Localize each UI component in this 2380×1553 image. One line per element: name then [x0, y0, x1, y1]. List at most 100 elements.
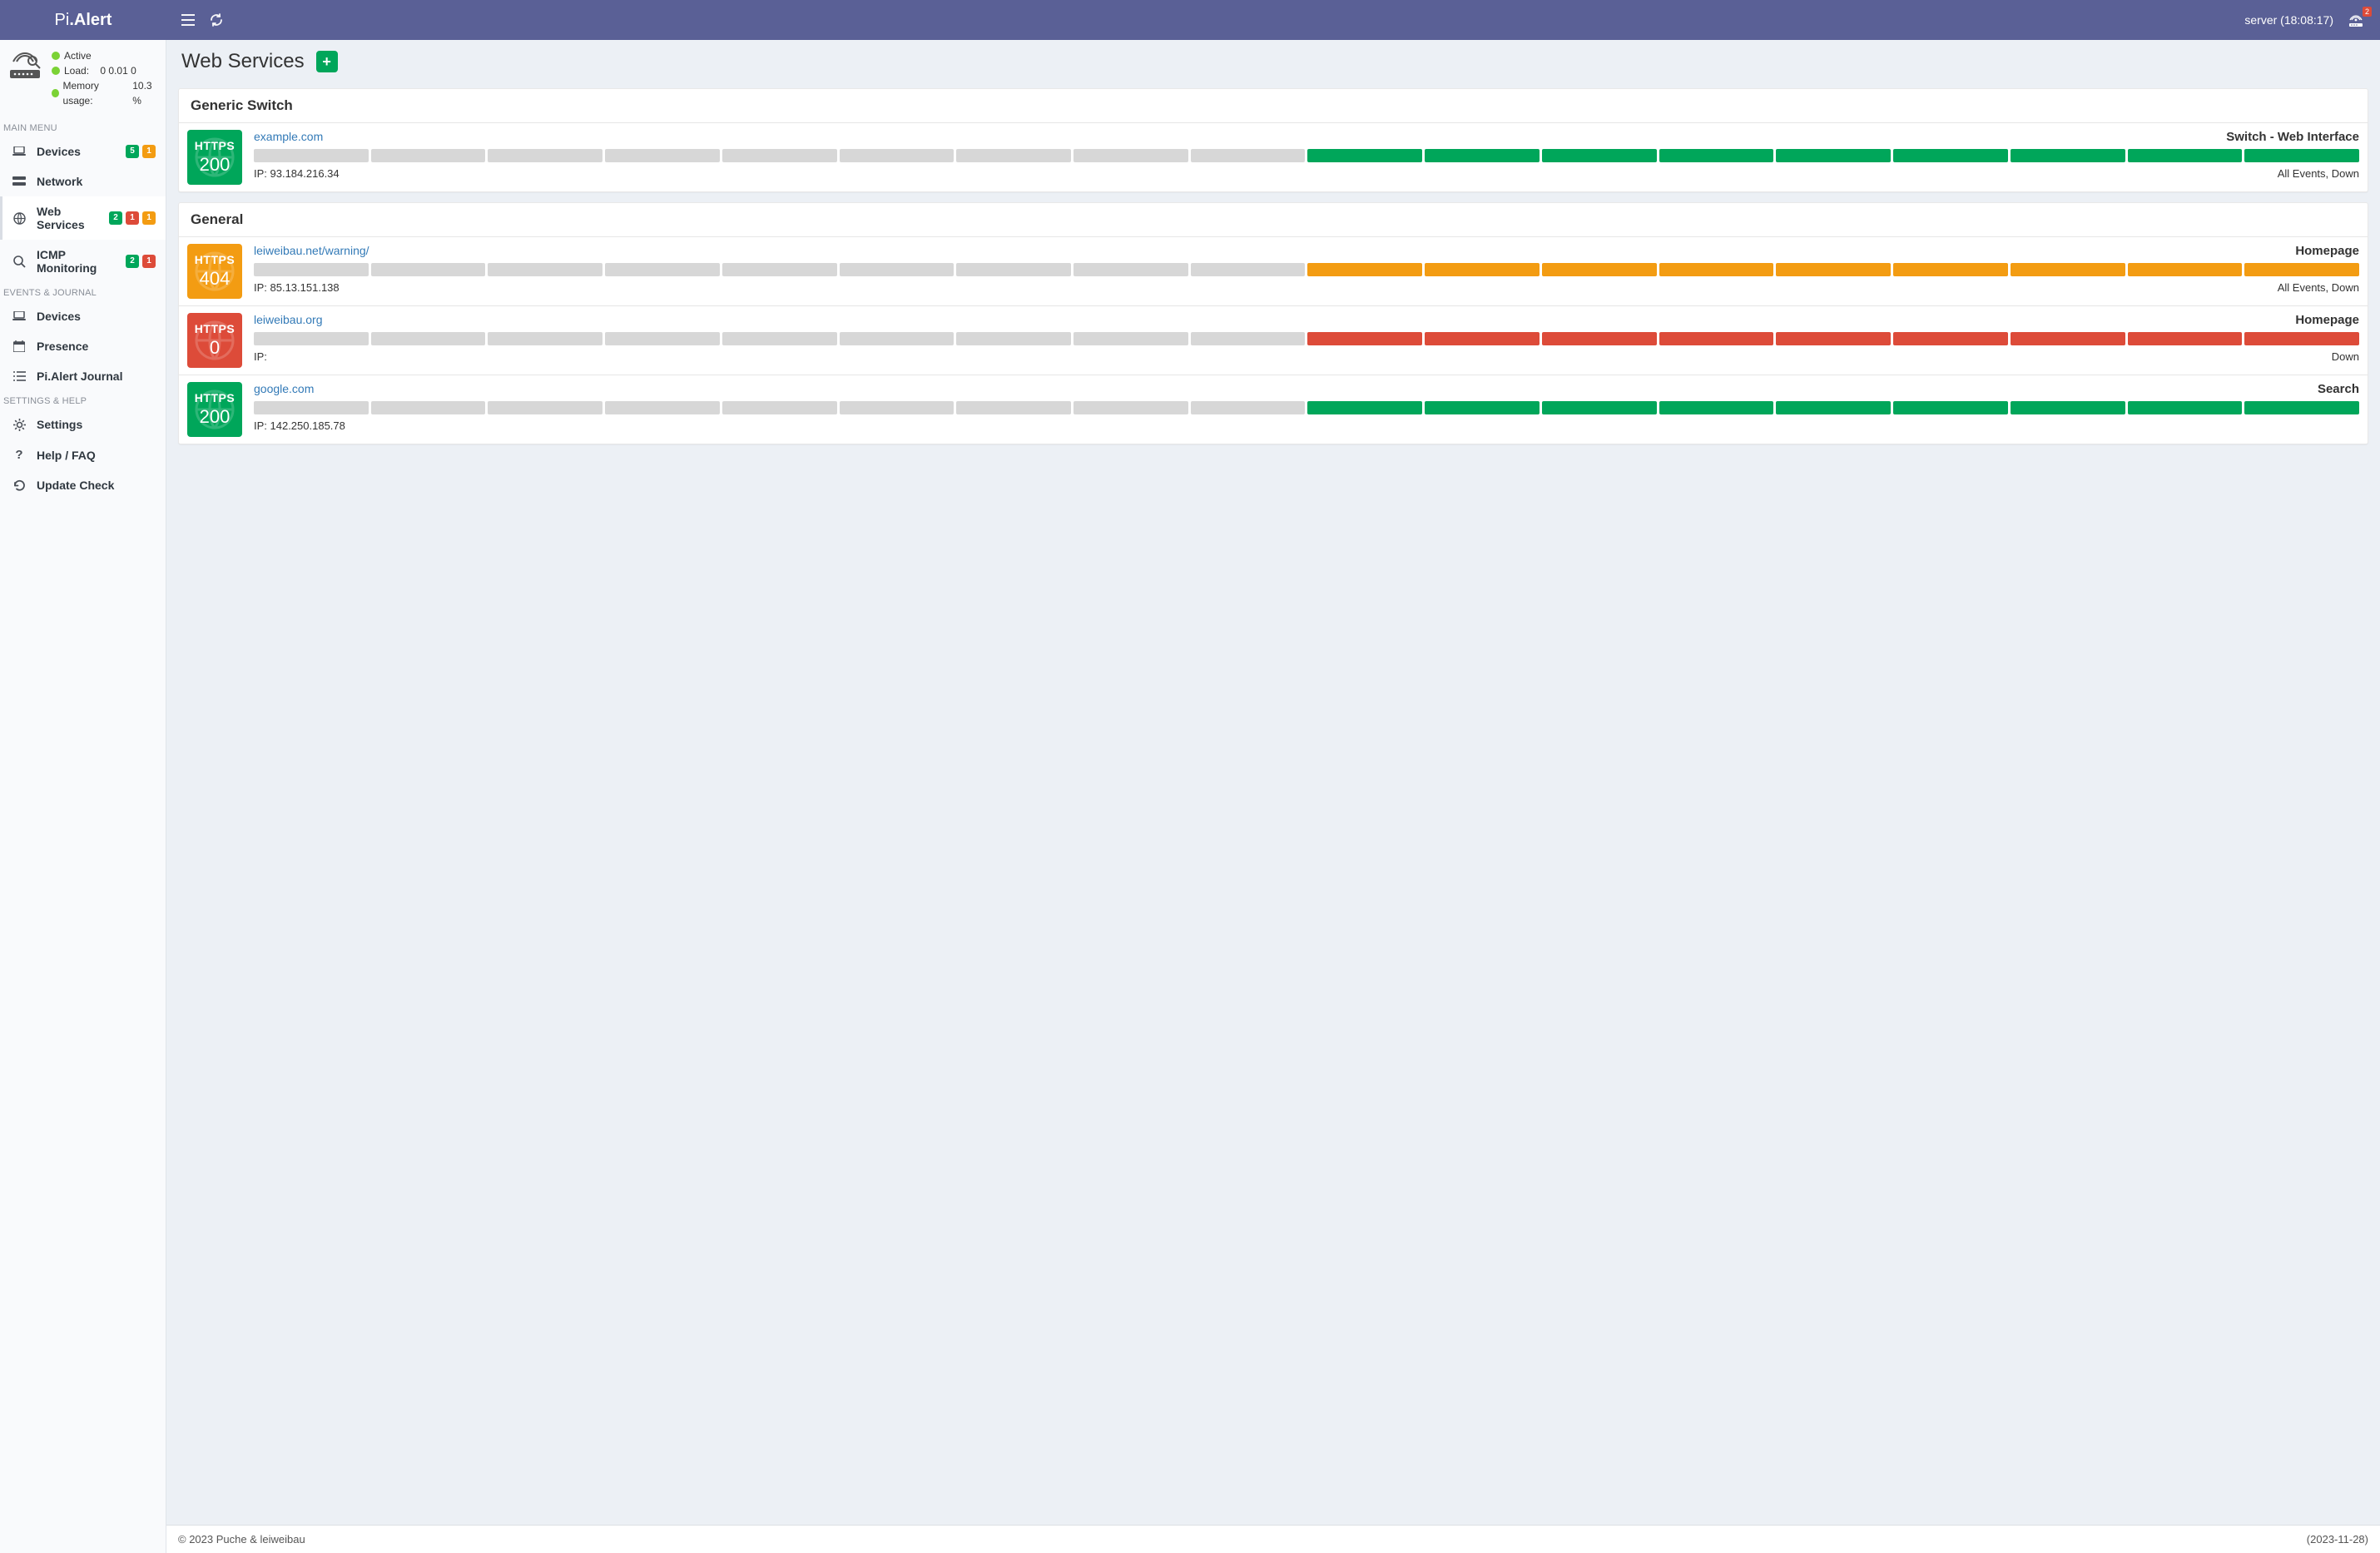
uptime-segment	[1307, 332, 1422, 345]
sidebar-item-webservices[interactable]: Web Services 2 1 1	[0, 196, 166, 240]
status-load-value: 0 0.01 0	[100, 63, 136, 78]
uptime-segment	[722, 401, 837, 414]
sidebar-item-settings[interactable]: Settings	[0, 409, 166, 439]
uptime-segment	[1893, 263, 2008, 276]
badge-red: 1	[126, 211, 139, 225]
laptop-icon	[12, 146, 27, 156]
sidebar-item-label: Web Services	[37, 205, 99, 231]
uptime-segment	[2011, 263, 2125, 276]
uptime-segment	[254, 263, 369, 276]
sidebar-item-icmp[interactable]: ICMP Monitoring 2 1	[0, 240, 166, 283]
uptime-bar	[254, 263, 2359, 276]
uptime-segment	[488, 332, 602, 345]
sidebar-item-presence[interactable]: Presence	[0, 331, 166, 361]
status-tile[interactable]: HTTPS200	[187, 130, 242, 185]
uptime-segment	[2011, 149, 2125, 162]
add-service-button[interactable]: +	[316, 51, 338, 72]
uptime-segment	[1073, 149, 1188, 162]
service-url-link[interactable]: example.com	[254, 130, 323, 143]
service-ip: IP: 85.13.151.138	[254, 281, 340, 294]
uptime-segment	[2011, 332, 2125, 345]
service-row: HTTPS404leiweibau.net/warning/HomepageIP…	[179, 237, 2368, 305]
uptime-segment	[1542, 332, 1657, 345]
sidebar-item-help[interactable]: ? Help / FAQ	[0, 439, 166, 470]
uptime-segment	[371, 263, 486, 276]
uptime-segment	[605, 263, 720, 276]
service-url-link[interactable]: leiweibau.net/warning/	[254, 244, 369, 257]
service-ip: IP: 93.184.216.34	[254, 167, 340, 180]
uptime-segment	[488, 401, 602, 414]
sidebar-item-update[interactable]: Update Check	[0, 470, 166, 500]
uptime-segment	[1659, 401, 1774, 414]
sidebar-item-label: Devices	[37, 145, 116, 158]
menu-toggle-icon[interactable]	[181, 14, 195, 26]
uptime-segment	[2128, 263, 2243, 276]
uptime-segment	[1893, 401, 2008, 414]
service-ip: IP:	[254, 350, 267, 363]
status-load-label: Load:	[64, 63, 89, 78]
sidebar-item-label: Help / FAQ	[37, 449, 156, 462]
uptime-segment	[1893, 332, 2008, 345]
uptime-segment	[2128, 332, 2243, 345]
uptime-segment	[1542, 263, 1657, 276]
status-mem-value: 10.3 %	[132, 78, 159, 108]
uptime-segment	[840, 401, 954, 414]
sidebar-item-network[interactable]: Network	[0, 166, 166, 196]
sidebar-item-devices[interactable]: Devices 5 1	[0, 136, 166, 166]
status-tile[interactable]: HTTPS404	[187, 244, 242, 299]
sidebar-item-label: Pi.Alert Journal	[37, 370, 156, 383]
refresh-icon[interactable]	[210, 13, 223, 27]
status-active: Active	[64, 48, 92, 63]
service-row: HTTPS0leiweibau.orgHomepageIP:Down	[179, 305, 2368, 375]
uptime-segment	[1659, 149, 1774, 162]
question-icon: ?	[12, 448, 27, 462]
brand-right: .Alert	[69, 11, 112, 30]
uptime-segment	[1307, 401, 1422, 414]
uptime-segment	[1776, 149, 1891, 162]
service-ip: IP: 142.250.185.78	[254, 419, 345, 432]
sidebar-item-journal[interactable]: Pi.Alert Journal	[0, 361, 166, 391]
uptime-segment	[254, 401, 369, 414]
service-url-link[interactable]: google.com	[254, 382, 314, 395]
topbar: Pi.Alert server (18:08:17) 2	[0, 0, 2380, 40]
sidebar-item-devices-events[interactable]: Devices	[0, 301, 166, 331]
uptime-segment	[488, 149, 602, 162]
content: Web Services + Generic SwitchHTTPS200exa…	[166, 40, 2380, 1553]
uptime-bar	[254, 401, 2359, 414]
uptime-segment	[1776, 263, 1891, 276]
uptime-segment	[1191, 149, 1306, 162]
service-name: Homepage	[2295, 313, 2359, 327]
gear-icon	[12, 419, 27, 431]
uptime-segment	[605, 401, 720, 414]
brand-logo[interactable]: Pi.Alert	[0, 0, 166, 40]
network-icon	[12, 176, 27, 186]
badge-green: 5	[126, 145, 139, 158]
uptime-segment	[254, 149, 369, 162]
server-label[interactable]: server (18:08:17)	[2244, 13, 2333, 27]
uptime-segment	[2128, 401, 2243, 414]
search-icon	[12, 256, 27, 268]
sidebar-item-label: Devices	[37, 310, 156, 323]
uptime-segment	[722, 263, 837, 276]
badge-orange: 1	[142, 145, 156, 158]
badge-red: 1	[142, 255, 156, 268]
sidebar: Active Load: 0 0.01 0 Memory usage: 10.3…	[0, 40, 166, 1553]
status-tile[interactable]: HTTPS200	[187, 382, 242, 437]
uptime-segment	[605, 332, 720, 345]
sidebar-item-label: Settings	[37, 418, 156, 431]
uptime-segment	[488, 263, 602, 276]
uptime-segment	[956, 332, 1071, 345]
uptime-segment	[1893, 149, 2008, 162]
footer-right: (2023-11-28)	[2307, 1533, 2368, 1546]
sidebar-item-label: Update Check	[37, 479, 156, 492]
status-tile[interactable]: HTTPS0	[187, 313, 242, 368]
uptime-segment	[1425, 149, 1540, 162]
uptime-segment	[1191, 263, 1306, 276]
uptime-segment	[956, 401, 1071, 414]
antenna-icon[interactable]: 2	[2347, 12, 2365, 28]
badge-green: 2	[126, 255, 139, 268]
uptime-segment	[722, 332, 837, 345]
footer: 2023 Puche & leiweibau (2023-11-28)	[166, 1525, 2380, 1553]
service-url-link[interactable]: leiweibau.org	[254, 313, 323, 326]
service-panel: Generic SwitchHTTPS200example.comSwitch …	[178, 88, 2368, 192]
